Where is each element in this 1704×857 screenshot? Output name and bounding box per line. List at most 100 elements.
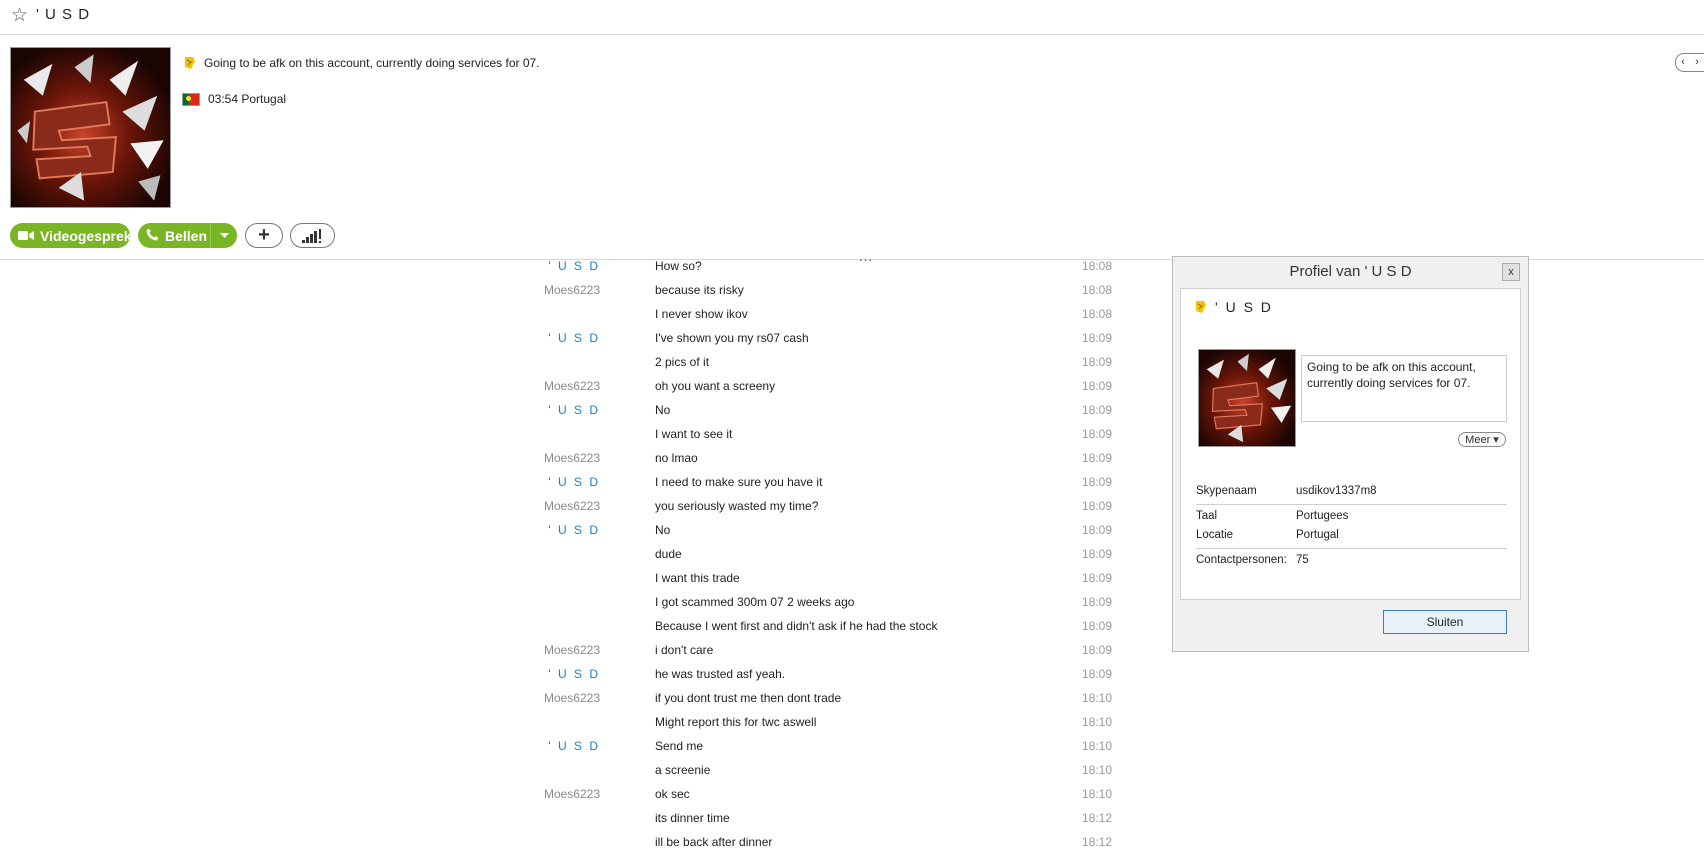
chat-message[interactable]: Moes6223 because its risky 18:08 xyxy=(544,281,1120,305)
add-participants-button[interactable]: + xyxy=(245,223,283,248)
call-button[interactable]: Bellen xyxy=(138,223,237,248)
chat-message[interactable]: ' U S D I've shown you my rs07 cash 18:09 xyxy=(548,329,1120,353)
message-time: 18:09 xyxy=(1081,427,1112,441)
call-quality-button[interactable] xyxy=(290,223,335,248)
message-time: 18:09 xyxy=(1081,403,1112,417)
message-time: 18:10 xyxy=(1081,787,1112,801)
message-time: 18:10 xyxy=(1081,691,1112,705)
message-text: Because I went first and didn't ask if h… xyxy=(655,619,938,633)
mood-message: Going to be afk on this account, current… xyxy=(204,56,540,70)
message-text: a screenie xyxy=(655,763,711,777)
chat-message[interactable]: ' U S D No 18:09 xyxy=(548,401,1120,425)
message-time: 18:09 xyxy=(1081,571,1112,585)
message-text: I never show ikov xyxy=(655,307,748,321)
chat-message[interactable]: I never show ikov 18:08 xyxy=(560,305,1120,329)
message-sender: Moes6223 xyxy=(543,643,600,657)
dialog-close-button[interactable]: x xyxy=(1502,263,1520,281)
local-time-location: 03:54 Portugal xyxy=(208,92,287,106)
chat-message[interactable]: ill be back after dinner 18:12 xyxy=(560,833,1120,857)
message-text: No xyxy=(655,403,671,417)
chevron-down-icon: ▾ xyxy=(1493,434,1499,446)
message-text: I need to make sure you have it xyxy=(655,475,823,489)
video-camera-icon xyxy=(18,228,34,244)
local-time-row: 03:54 Portugal xyxy=(182,92,286,106)
mood-message-row: Going to be afk on this account, current… xyxy=(182,56,540,70)
chat-message[interactable]: its dinner time 18:12 xyxy=(560,809,1120,833)
location-label: Locatie xyxy=(1196,529,1234,541)
message-sender: ' U S D xyxy=(548,475,600,489)
chat-message[interactable]: Because I went first and didn't ask if h… xyxy=(560,617,1120,641)
chat-message[interactable]: Moes6223 ok sec 18:10 xyxy=(544,785,1120,809)
message-time: 18:12 xyxy=(1081,811,1112,825)
skype-name-label: Skypenaam xyxy=(1196,485,1257,497)
message-text: ok sec xyxy=(655,787,690,801)
message-sender: Moes6223 xyxy=(543,499,600,513)
message-text: dude xyxy=(655,547,682,561)
contact-avatar[interactable] xyxy=(10,47,171,208)
message-time: 18:09 xyxy=(1081,499,1112,513)
chat-message[interactable]: ' U S D Send me 18:10 xyxy=(548,737,1120,761)
portugal-flag-icon xyxy=(182,92,200,106)
message-sender: Moes6223 xyxy=(543,379,600,393)
message-time: 18:09 xyxy=(1081,475,1112,489)
chat-message[interactable]: Moes6223 i don't care 18:09 xyxy=(544,641,1120,665)
skype-status-icon xyxy=(1193,300,1207,314)
chat-message[interactable]: Moes6223 no lmao 18:09 xyxy=(544,449,1120,473)
chat-message[interactable]: ' U S D he was trusted asf yeah. 18:09 xyxy=(548,665,1120,689)
phone-icon xyxy=(146,228,159,244)
message-text: no lmao xyxy=(655,451,698,465)
favorite-star-icon[interactable]: ☆ xyxy=(11,4,28,27)
title-bar: ☆ ' U S D xyxy=(0,0,1704,35)
message-text: Send me xyxy=(655,739,704,753)
more-dropdown-button[interactable]: Meer ▾ xyxy=(1458,432,1506,447)
chat-message[interactable]: I want to see it 18:09 xyxy=(560,425,1120,449)
chat-message[interactable]: a screenie 18:10 xyxy=(560,761,1120,785)
video-call-label: Videogesprek xyxy=(40,227,132,244)
message-text: I've shown you my rs07 cash xyxy=(655,331,809,345)
call-options-dropdown[interactable] xyxy=(210,223,237,248)
profile-avatar xyxy=(1198,349,1296,447)
profile-panel: ' U S D Going to be afk on this account,… xyxy=(1180,288,1521,600)
chat-message[interactable]: ' U S D No 18:09 xyxy=(548,521,1120,545)
message-text: Might report this for twc aswell xyxy=(655,715,817,729)
chat-message[interactable]: Might report this for twc aswell 18:10 xyxy=(560,713,1120,737)
profile-name-row: ' U S D xyxy=(1193,299,1273,315)
message-time: 18:09 xyxy=(1081,619,1112,633)
message-sender: ' U S D xyxy=(548,403,600,417)
chat-message[interactable]: Moes6223 if you dont trust me then dont t… xyxy=(544,689,1120,713)
message-text: you seriously wasted my time? xyxy=(655,499,819,513)
contacts-label: Contactpersonen: xyxy=(1196,554,1287,566)
chat-message[interactable]: ' U S D How so? 18:08 xyxy=(548,257,1120,281)
message-text: he was trusted asf yeah. xyxy=(655,667,786,681)
message-time: 18:08 xyxy=(1081,283,1112,297)
message-time: 18:09 xyxy=(1081,355,1112,369)
message-text: I want this trade xyxy=(655,571,740,585)
message-text: i don't care xyxy=(655,643,714,657)
language-value: Portugees xyxy=(1296,510,1349,522)
message-time: 18:09 xyxy=(1081,595,1112,609)
profile-dialog: Profiel van ' U S D x ' U S D Going to b… xyxy=(1172,256,1529,652)
message-sender: ' U S D xyxy=(548,667,600,681)
chat-message[interactable]: Moes6223 you seriously wasted my time? 18:… xyxy=(544,497,1120,521)
message-time: 18:09 xyxy=(1081,331,1112,345)
chat-message[interactable]: Moes6223 oh you want a screeny 18:09 xyxy=(544,377,1120,401)
message-text: I got scammed 300m 07 2 weeks ago xyxy=(655,595,855,609)
dialog-title: Profiel van ' U S D xyxy=(1289,263,1412,280)
chat-message[interactable]: ' U S D I need to make sure you have it 18… xyxy=(548,473,1120,497)
chevron-left-icon[interactable]: ‹ xyxy=(1676,54,1690,71)
chevron-right-icon[interactable]: › xyxy=(1690,54,1704,71)
message-time: 18:09 xyxy=(1081,523,1112,537)
chat-message[interactable]: I want this trade 18:09 xyxy=(560,569,1120,593)
message-text: oh you want a screeny xyxy=(655,379,776,393)
profile-nav-arrows[interactable]: ‹ › xyxy=(1675,53,1704,72)
chat-message[interactable]: 2 pics of it 18:09 xyxy=(560,353,1120,377)
chat-message[interactable]: I got scammed 300m 07 2 weeks ago 18:09 xyxy=(560,593,1120,617)
message-sender: ' U S D xyxy=(548,523,600,537)
separator xyxy=(1196,504,1507,505)
video-call-button[interactable]: Videogesprek xyxy=(10,223,132,248)
close-button[interactable]: Sluiten xyxy=(1383,610,1507,634)
message-sender: Moes6223 xyxy=(543,691,600,705)
message-time: 18:12 xyxy=(1081,835,1112,849)
message-text: because its risky xyxy=(655,283,744,297)
chat-message[interactable]: dude 18:09 xyxy=(560,545,1120,569)
